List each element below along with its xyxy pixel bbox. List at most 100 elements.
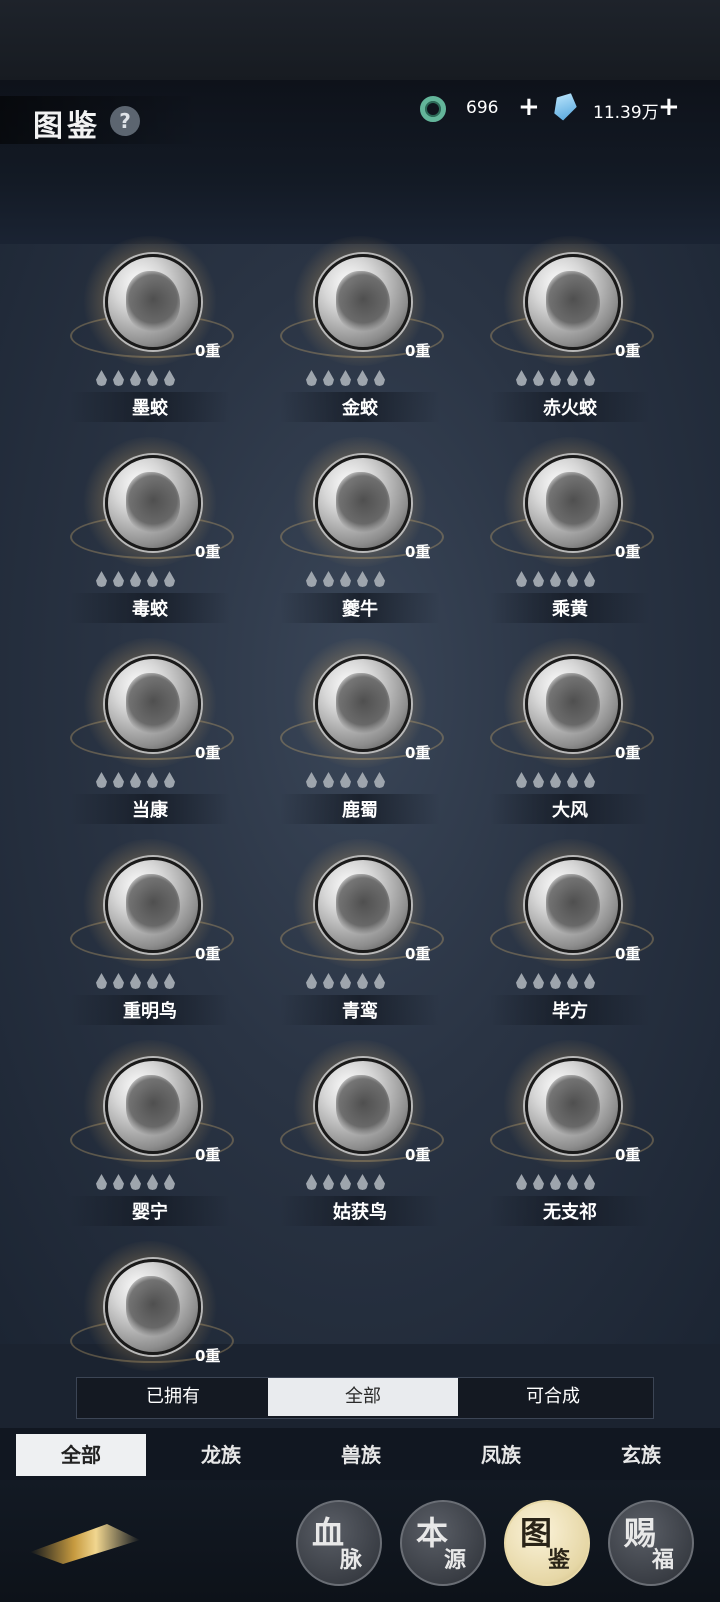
drop-icon: [147, 973, 158, 989]
beast-tier: 0重: [405, 1146, 431, 1164]
beast-silhouette-icon: [546, 1075, 600, 1137]
beast-card[interactable]: 0重 鹿蜀: [260, 638, 460, 836]
beast-card[interactable]: 0重 毒蛟: [50, 437, 250, 635]
beast-card[interactable]: 0重 金蛟: [260, 236, 460, 434]
drop-icon: [533, 772, 544, 788]
beast-card[interactable]: 0重 乘黄: [470, 437, 670, 635]
beast-card[interactable]: 0重 当康: [50, 638, 250, 836]
beast-orb-icon[interactable]: [105, 455, 201, 551]
add-crystal-button[interactable]: +: [658, 92, 680, 122]
drop-icon: [533, 1174, 544, 1190]
beast-silhouette-icon: [126, 472, 180, 534]
drop-icon: [567, 370, 578, 386]
beast-card[interactable]: 0重 婴宁: [50, 1040, 250, 1238]
drop-icon: [567, 973, 578, 989]
tab-beast[interactable]: 兽族: [296, 1434, 426, 1476]
beast-tier: 0重: [615, 1146, 641, 1164]
nav-origin-button[interactable]: 本 源: [400, 1500, 486, 1586]
beast-card[interactable]: 0重赤火蛟: [470, 236, 670, 434]
beast-orb-icon[interactable]: [315, 254, 411, 350]
nav-codex-button[interactable]: 图 鉴: [504, 1500, 590, 1586]
beast-card[interactable]: 0重重明鸟: [50, 839, 250, 1037]
drop-icon: [340, 571, 351, 587]
beast-card[interactable]: 0重 大风: [470, 638, 670, 836]
drop-icon: [130, 1174, 141, 1190]
beast-tier: 0重: [615, 945, 641, 963]
essence-drops: [96, 370, 181, 388]
beast-tier: 0重: [405, 744, 431, 762]
beast-orb-icon[interactable]: [105, 857, 201, 953]
beast-silhouette-icon: [546, 874, 600, 936]
beast-orb-icon[interactable]: [525, 455, 621, 551]
drop-icon: [567, 772, 578, 788]
beast-orb-icon[interactable]: [105, 1259, 201, 1355]
drop-icon: [340, 973, 351, 989]
drop-icon: [516, 370, 527, 386]
tab-dragon[interactable]: 龙族: [156, 1434, 286, 1476]
beast-card[interactable]: 0重 夔牛: [260, 437, 460, 635]
beast-card[interactable]: 0重 青鸾: [260, 839, 460, 1037]
add-jade-button[interactable]: +: [518, 92, 540, 122]
beast-name: 墨蛟: [132, 398, 168, 419]
drop-icon: [584, 973, 595, 989]
drop-icon: [113, 772, 124, 788]
beast-orb-icon[interactable]: [525, 656, 621, 752]
beast-card[interactable]: 0重 毕方: [470, 839, 670, 1037]
drop-icon: [584, 571, 595, 587]
filter-owned[interactable]: 已拥有: [78, 1378, 268, 1416]
beast-name: 重明鸟: [123, 1001, 177, 1022]
drop-icon: [516, 571, 527, 587]
beast-name: 无支祁: [543, 1202, 597, 1223]
essence-drops: [516, 973, 601, 991]
drop-icon: [147, 370, 158, 386]
beast-orb-icon[interactable]: [105, 254, 201, 350]
drop-icon: [306, 1174, 317, 1190]
drop-icon: [550, 1174, 561, 1190]
beast-silhouette-icon: [126, 673, 180, 735]
beast-orb-icon[interactable]: [525, 1058, 621, 1154]
beast-orb-icon[interactable]: [315, 656, 411, 752]
beast-silhouette-icon: [336, 472, 390, 534]
beast-name: 赤火蛟: [543, 398, 597, 419]
beast-card[interactable]: 0重无支祁: [470, 1040, 670, 1238]
nav-blessing-button[interactable]: 赐 福: [608, 1500, 694, 1586]
beast-name: 大风: [552, 800, 588, 821]
essence-drops: [96, 973, 181, 991]
beast-name: 青鸾: [342, 1001, 378, 1022]
filter-craftable[interactable]: 可合成: [458, 1378, 648, 1416]
beast-orb-icon[interactable]: [105, 1058, 201, 1154]
nav-bloodline-button[interactable]: 血 脉: [296, 1500, 382, 1586]
beast-tier: 0重: [195, 945, 221, 963]
drop-icon: [357, 370, 368, 386]
beast-tier: 0重: [615, 342, 641, 360]
beast-name: 金蛟: [342, 398, 378, 419]
drop-icon: [533, 370, 544, 386]
drop-icon: [96, 772, 107, 788]
beast-card[interactable]: 0重 墨蛟: [50, 236, 250, 434]
beast-tier: 0重: [405, 543, 431, 561]
nav-codex-sub: 鉴: [548, 1547, 571, 1573]
drop-icon: [113, 370, 124, 386]
drop-icon: [584, 370, 595, 386]
tab-all[interactable]: 全部: [16, 1434, 146, 1476]
beast-orb-icon[interactable]: [525, 857, 621, 953]
drop-icon: [567, 1174, 578, 1190]
beast-card[interactable]: 0重 姑获鸟: [260, 1040, 460, 1238]
top-decor-strip: [0, 0, 720, 80]
beast-orb-icon[interactable]: [315, 857, 411, 953]
drop-icon: [567, 571, 578, 587]
beast-orb-icon[interactable]: [315, 455, 411, 551]
essence-drops: [96, 1174, 181, 1192]
drop-icon: [164, 370, 175, 386]
tab-xuan[interactable]: 玄族: [576, 1434, 706, 1476]
filter-all[interactable]: 全部: [268, 1378, 458, 1416]
drop-icon: [323, 370, 334, 386]
help-icon[interactable]: ?: [110, 106, 140, 136]
beast-silhouette-icon: [336, 271, 390, 333]
beast-orb-icon[interactable]: [525, 254, 621, 350]
beast-orb-icon[interactable]: [315, 1058, 411, 1154]
tab-phoenix[interactable]: 凤族: [436, 1434, 566, 1476]
beast-orb-icon[interactable]: [105, 656, 201, 752]
beast-name: 乘黄: [552, 599, 588, 620]
beast-name: 婴宁: [132, 1202, 168, 1223]
